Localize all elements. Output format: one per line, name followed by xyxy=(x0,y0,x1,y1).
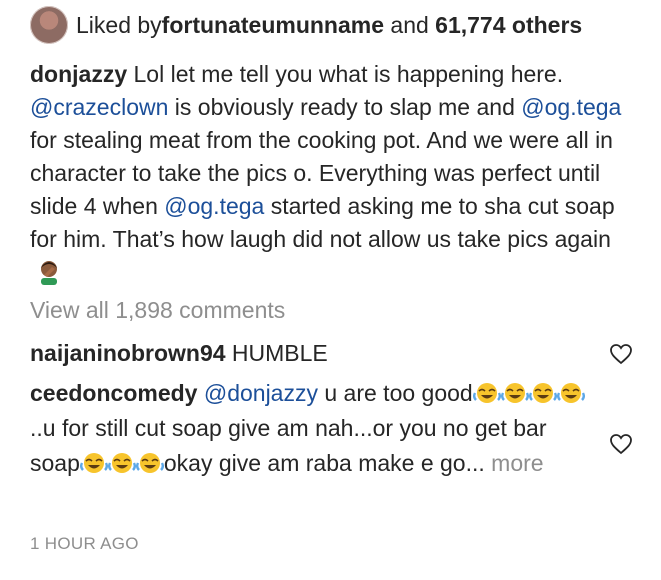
comment-username[interactable]: naijaninobrown94 xyxy=(30,340,226,366)
comment-text-part-1: u are too good xyxy=(317,380,473,406)
comment-text: HUMBLE xyxy=(225,340,328,366)
caption-text-2: is obviously ready to slap me and xyxy=(168,94,522,120)
view-all-comments-link[interactable]: View all 1,898 comments xyxy=(30,297,285,324)
likes-count[interactable]: 61,774 others xyxy=(435,12,582,39)
likes-prefix: Liked by xyxy=(76,11,162,38)
laughing-emoji-icon xyxy=(79,453,108,473)
post-caption: donjazzy Lol let me tell you what is hap… xyxy=(30,58,630,289)
laughing-emoji-icon xyxy=(135,453,164,473)
liker-avatar[interactable] xyxy=(30,6,68,44)
likes-row[interactable]: Liked by fortunateumunname and 61,774 ot… xyxy=(30,6,582,44)
laughing-emoji-icon xyxy=(556,383,585,403)
comment-mention-donjazzy[interactable]: @donjazzy xyxy=(204,380,318,406)
caption-username[interactable]: donjazzy xyxy=(30,61,127,87)
heart-outline-icon[interactable] xyxy=(609,433,633,455)
likes-middle: and xyxy=(384,11,436,38)
comment-text-part-3: okay give am raba make e go xyxy=(163,450,466,476)
comment-item: ceedoncomedy @donjazzy u are too good..u… xyxy=(30,376,590,481)
post-timestamp: 1 HOUR AGO xyxy=(30,534,139,553)
comment-item: naijaninobrown94 HUMBLE xyxy=(30,336,590,371)
caption-mention-og-tega-2[interactable]: @og.tega xyxy=(164,193,264,219)
laughing-emoji-icon xyxy=(107,453,136,473)
laughing-emoji-icon xyxy=(500,383,529,403)
man-facepalming-emoji-icon xyxy=(41,261,57,285)
caption-mention-crazeclown[interactable]: @crazeclown xyxy=(30,94,168,120)
heart-outline-icon[interactable] xyxy=(609,343,633,365)
more-link[interactable]: more xyxy=(491,450,543,476)
comment-ellipsis: ... xyxy=(465,450,485,476)
laughing-emoji-icon xyxy=(472,383,501,403)
liker-username[interactable]: fortunateumunname xyxy=(162,12,384,39)
caption-text-1: Lol let me tell you what is happening he… xyxy=(127,61,564,87)
comment-username[interactable]: ceedoncomedy xyxy=(30,380,197,406)
laughing-emoji-icon xyxy=(528,383,557,403)
caption-mention-og-tega[interactable]: @og.tega xyxy=(521,94,621,120)
